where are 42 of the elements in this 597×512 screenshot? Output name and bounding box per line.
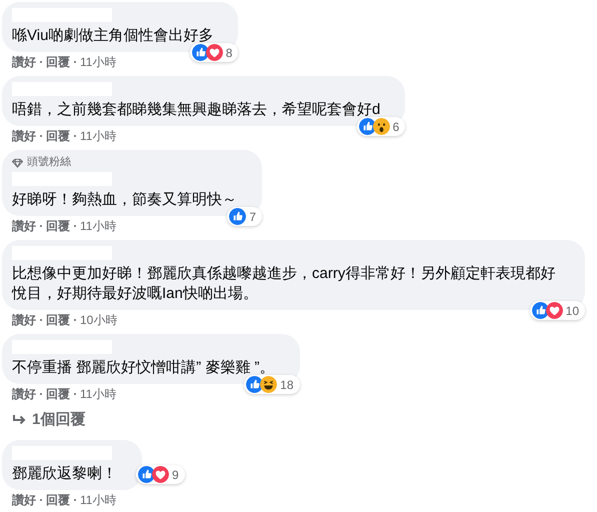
diamond-icon xyxy=(12,158,23,168)
like-link[interactable]: 讚好 xyxy=(12,386,36,402)
comment-text: 好睇呀！夠熱血，節奏又算明快～ xyxy=(12,190,237,210)
thumbs-up-icon xyxy=(192,44,209,61)
thumbs-up-icon xyxy=(246,376,264,393)
laughing-face-icon xyxy=(260,376,278,393)
timestamp: 10小時 xyxy=(80,312,118,328)
like-link[interactable]: 讚好 xyxy=(12,492,36,508)
like-link[interactable]: 讚好 xyxy=(12,312,36,328)
reply-link[interactable]: 回覆 xyxy=(46,218,70,234)
thumbs-up-icon xyxy=(358,118,376,135)
reply-link[interactable]: 回覆 xyxy=(46,312,70,328)
like-link[interactable]: 讚好 xyxy=(12,218,36,234)
thumbs-up-icon xyxy=(138,466,155,483)
reaction-summary[interactable]: 8 xyxy=(190,43,238,62)
reaction-summary[interactable]: 18 xyxy=(244,375,300,394)
comment-text: 不停重播 鄧麗欣好忟憎咁講” 麥樂雞 ”。 xyxy=(12,358,274,378)
like-link[interactable]: 讚好 xyxy=(12,54,36,70)
reply-link[interactable]: 回覆 xyxy=(46,492,70,508)
timestamp: 11小時 xyxy=(80,54,116,70)
comment-text: 喺Viu啲劇做主角個性會出好多 xyxy=(12,26,214,46)
reply-link[interactable]: 回覆 xyxy=(46,54,70,70)
timestamp: 11小時 xyxy=(80,492,116,508)
timestamp: 11小時 xyxy=(80,128,116,144)
reaction-summary[interactable]: 9 xyxy=(136,465,185,484)
like-link[interactable]: 讚好 xyxy=(12,128,36,144)
reply-link[interactable]: 回覆 xyxy=(46,386,70,402)
thumbs-up-icon xyxy=(532,302,549,319)
reaction-summary[interactable]: 10 xyxy=(530,301,585,320)
thumbs-up-icon xyxy=(229,208,246,225)
reaction-summary[interactable]: 7 xyxy=(227,207,262,226)
reaction-summary[interactable]: 6 xyxy=(356,117,406,136)
timestamp: 11小時 xyxy=(80,218,116,234)
view-replies-link[interactable]: 1個回覆 xyxy=(2,402,86,434)
top-fan-label: 頭號粉絲 xyxy=(27,156,71,169)
comment-text: 鄧麗欣返黎喇！ xyxy=(12,464,117,484)
comment-text: 唔錯，之前幾套都睇幾集無興趣睇落去，希望呢套會好d xyxy=(12,100,380,120)
reply-arrow-icon xyxy=(12,414,26,426)
surprised-face-icon xyxy=(372,118,390,135)
reply-link[interactable]: 回覆 xyxy=(46,128,70,144)
comment-text: 比想像中更加好睇！鄧麗欣真係越嚟越進步，carry得非常好！另外顧定軒表現都好悅目，好期待最好波嘅Ian快啲出場。 xyxy=(12,264,556,304)
timestamp: 11小時 xyxy=(80,386,116,402)
